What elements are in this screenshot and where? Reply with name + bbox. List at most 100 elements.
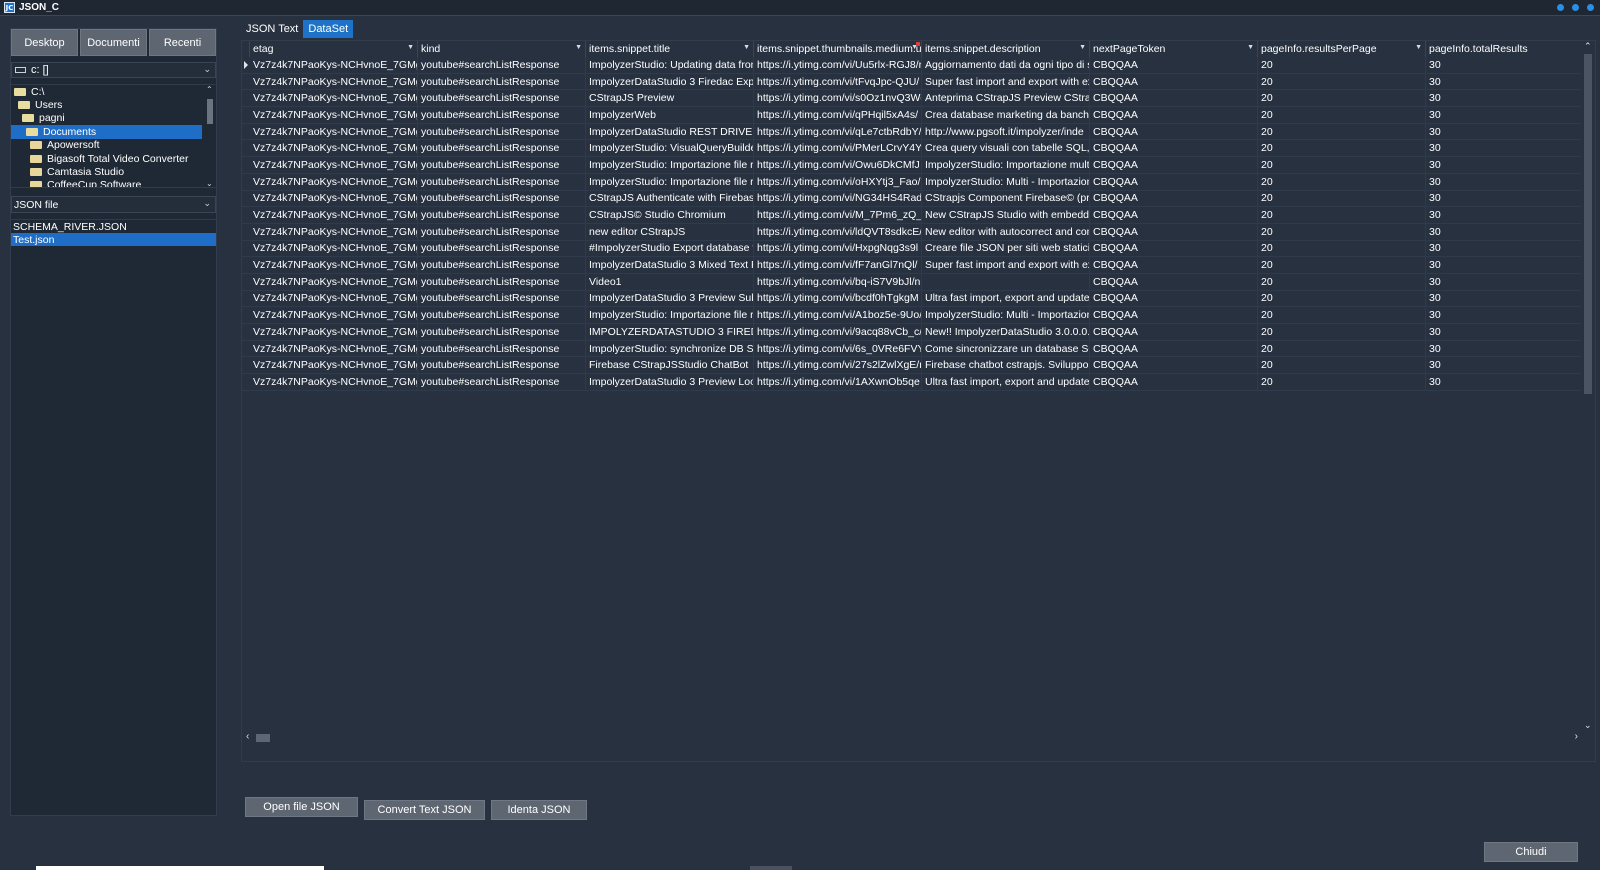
column-header[interactable]: pageInfo.totalResults▼ <box>1426 41 1594 57</box>
table-cell[interactable]: ImpolyzerDataStudio 3 Preview Looku <box>586 374 754 391</box>
table-cell[interactable]: 30 <box>1426 190 1594 208</box>
table-cell[interactable]: youtube#searchListResponse <box>418 73 586 91</box>
table-cell[interactable]: 20 <box>1258 273 1426 291</box>
row-indicator[interactable] <box>242 174 250 191</box>
table-cell[interactable]: https://i.ytimg.com/vi/tFvqJpc-QJU/ <box>754 73 922 91</box>
table-cell[interactable]: #ImpolyzerStudio Export database to <box>586 240 754 258</box>
table-cell[interactable]: ImpolyzerStudio: Importazione file ri <box>586 307 754 324</box>
row-indicator[interactable] <box>242 224 250 241</box>
table-cell[interactable]: 30 <box>1426 240 1594 258</box>
table-cell[interactable]: Firebase CStrapJSStudio ChatBot <box>586 357 754 375</box>
table-cell[interactable]: youtube#searchListResponse <box>418 90 586 108</box>
table-cell[interactable]: 20 <box>1258 240 1426 258</box>
table-cell[interactable]: 20 <box>1258 257 1426 274</box>
row-indicator[interactable] <box>242 257 250 274</box>
table-cell[interactable]: New editor with autocorrect and com <box>922 223 1090 241</box>
table-row[interactable]: Vz7z4k7NPaoKys-NCHvnoE_7GMg youtube#searc… <box>242 173 1594 191</box>
table-cell[interactable]: https://i.ytimg.com/vi/ldQVT8sdkcE/ <box>754 223 922 241</box>
table-cell[interactable]: CBQQAA <box>1090 123 1258 141</box>
table-cell[interactable]: Vz7z4k7NPaoKys-NCHvnoE_7GMg <box>250 240 418 258</box>
table-cell[interactable]: 20 <box>1258 90 1426 108</box>
row-indicator[interactable] <box>242 74 250 91</box>
table-row[interactable]: Vz7z4k7NPaoKys-NCHvnoE_7GMg youtube#searc… <box>242 223 1594 241</box>
table-cell[interactable]: Crea query visuali con tabelle SQL, Fil <box>922 140 1090 158</box>
table-cell[interactable]: Vz7z4k7NPaoKys-NCHvnoE_7GMg <box>250 290 418 308</box>
maximize-button[interactable] <box>1572 4 1579 11</box>
table-cell[interactable]: youtube#searchListResponse <box>418 240 586 258</box>
close-button[interactable]: Chiudi <box>1484 842 1578 862</box>
table-cell[interactable]: Come sincronizzare un database SQL <box>922 340 1090 358</box>
column-header[interactable]: pageInfo.resultsPerPage ▼ <box>1258 41 1426 57</box>
table-cell[interactable]: youtube#searchListResponse <box>418 123 586 141</box>
table-cell[interactable]: youtube#searchListResponse <box>418 57 586 74</box>
table-cell[interactable]: ImpolyzerDataStudio 3 Firedac Expres <box>586 73 754 91</box>
table-cell[interactable]: 30 <box>1426 207 1594 224</box>
table-cell[interactable]: 20 <box>1258 374 1426 391</box>
table-cell[interactable]: CBQQAA <box>1090 357 1258 375</box>
table-cell[interactable]: https://i.ytimg.com/vi/Owu6DkCMfJ <box>754 157 922 174</box>
table-cell[interactable]: 20 <box>1258 357 1426 375</box>
file-type-select[interactable]: JSON file ⌄ <box>11 196 216 213</box>
table-cell[interactable]: New!! ImpolyzerDataStudio 3.0.0.0. N <box>922 324 1090 341</box>
table-cell[interactable]: 30 <box>1426 157 1594 174</box>
chevron-up-icon[interactable]: ⌃ <box>1584 41 1592 52</box>
table-cell[interactable]: Vz7z4k7NPaoKys-NCHvnoE_7GMg <box>250 57 418 74</box>
table-cell[interactable]: Vz7z4k7NPaoKys-NCHvnoE_7GMg <box>250 273 418 291</box>
table-row[interactable]: Vz7z4k7NPaoKys-NCHvnoE_7GMg youtube#searc… <box>242 123 1594 141</box>
table-cell[interactable]: https://i.ytimg.com/vi/A1boz5e-9Uo/ <box>754 307 922 324</box>
table-cell[interactable]: ImpolyzerStudio: Updating data from <box>586 57 754 74</box>
table-cell[interactable]: 30 <box>1426 173 1594 191</box>
table-cell[interactable]: youtube#searchListResponse <box>418 290 586 308</box>
table-cell[interactable]: Vz7z4k7NPaoKys-NCHvnoE_7GMg <box>250 340 418 358</box>
table-cell[interactable]: https://i.ytimg.com/vi/bcdf0hTgkgM <box>754 290 922 308</box>
table-cell[interactable]: youtube#searchListResponse <box>418 107 586 124</box>
table-cell[interactable]: https://i.ytimg.com/vi/M_7Pm6_zQ_ <box>754 207 922 224</box>
table-cell[interactable]: https://i.ytimg.com/vi/HxpgNqg3s9l <box>754 240 922 258</box>
row-indicator[interactable] <box>242 374 250 391</box>
table-cell[interactable]: ImpolyzerStudio: Multi - Importazion <box>922 173 1090 191</box>
table-cell[interactable]: https://i.ytimg.com/vi/Uu5rlx-RGJ8/r <box>754 57 922 74</box>
grid-vertical-scrollbar[interactable]: ⌃ ⌄ <box>1581 41 1595 731</box>
row-indicator[interactable] <box>242 274 250 291</box>
table-cell[interactable]: Firebase chatbot cstrapjs. Sviluppo vi <box>922 357 1090 375</box>
table-cell[interactable]: ImpolyzerStudio: VisualQueryBuilder <box>586 140 754 158</box>
grid-hscroll-thumb[interactable] <box>256 734 270 742</box>
table-cell[interactable]: https://i.ytimg.com/vi/oHXYtj3_Fao/ <box>754 173 922 191</box>
table-cell[interactable]: Vz7z4k7NPaoKys-NCHvnoE_7GMg <box>250 257 418 274</box>
convert-text-json-button[interactable]: Convert Text JSON <box>364 800 485 820</box>
table-cell[interactable]: youtube#searchListResponse <box>418 273 586 291</box>
table-cell[interactable]: ImpolyzerStudio: Multi - Importazion <box>922 307 1090 324</box>
table-cell[interactable]: 30 <box>1426 123 1594 141</box>
chevron-up-icon[interactable]: ⌃ <box>206 85 213 94</box>
table-cell[interactable]: Ultra fast import, export and update v <box>922 374 1090 391</box>
table-cell[interactable]: Super fast import and export with ex <box>922 73 1090 91</box>
tree-item-apowersoft[interactable]: Apowersoft <box>11 139 216 152</box>
table-cell[interactable]: Vz7z4k7NPaoKys-NCHvnoE_7GMg <box>250 140 418 158</box>
table-cell[interactable]: Vz7z4k7NPaoKys-NCHvnoE_7GMg <box>250 157 418 174</box>
table-cell[interactable]: youtube#searchListResponse <box>418 140 586 158</box>
table-row[interactable]: Vz7z4k7NPaoKys-NCHvnoE_7GMg youtube#searc… <box>242 374 1594 391</box>
open-file-json-button[interactable]: Open file JSON <box>245 797 358 817</box>
row-indicator[interactable] <box>242 157 250 174</box>
table-cell[interactable]: CStrapJS Preview <box>586 90 754 108</box>
close-window-button[interactable] <box>1587 4 1594 11</box>
dropdown-arrow-icon[interactable]: ▼ <box>1079 44 1086 51</box>
column-header[interactable]: etag ▼ <box>250 41 418 57</box>
table-row[interactable]: Vz7z4k7NPaoKys-NCHvnoE_7GMg youtube#searc… <box>242 140 1594 158</box>
table-cell[interactable]: 20 <box>1258 307 1426 324</box>
table-cell[interactable]: 20 <box>1258 173 1426 191</box>
table-cell[interactable]: Vz7z4k7NPaoKys-NCHvnoE_7GMg <box>250 223 418 241</box>
table-cell[interactable]: 20 <box>1258 140 1426 158</box>
dropdown-arrow-icon[interactable]: ▼ <box>575 44 582 51</box>
chevron-down-icon[interactable]: ⌄ <box>206 179 213 187</box>
table-cell[interactable]: Vz7z4k7NPaoKys-NCHvnoE_7GMg <box>250 107 418 124</box>
grid-vscroll-thumb[interactable] <box>1584 54 1592 394</box>
table-cell[interactable]: https://i.ytimg.com/vi/NG34HS4Rad <box>754 190 922 208</box>
chevron-left-icon[interactable]: ‹ <box>246 731 249 742</box>
table-cell[interactable]: ImpolyzerStudio: Importazione file ri <box>586 173 754 191</box>
table-cell[interactable]: ImpolyzerStudio: Importazione file ri <box>586 157 754 174</box>
table-row[interactable]: Vz7z4k7NPaoKys-NCHvnoE_7GMg youtube#searc… <box>242 324 1594 341</box>
table-cell[interactable]: 30 <box>1426 374 1594 391</box>
table-cell[interactable]: CBQQAA <box>1090 207 1258 224</box>
table-row[interactable]: Vz7z4k7NPaoKys-NCHvnoE_7GMg youtube#searc… <box>242 90 1594 108</box>
